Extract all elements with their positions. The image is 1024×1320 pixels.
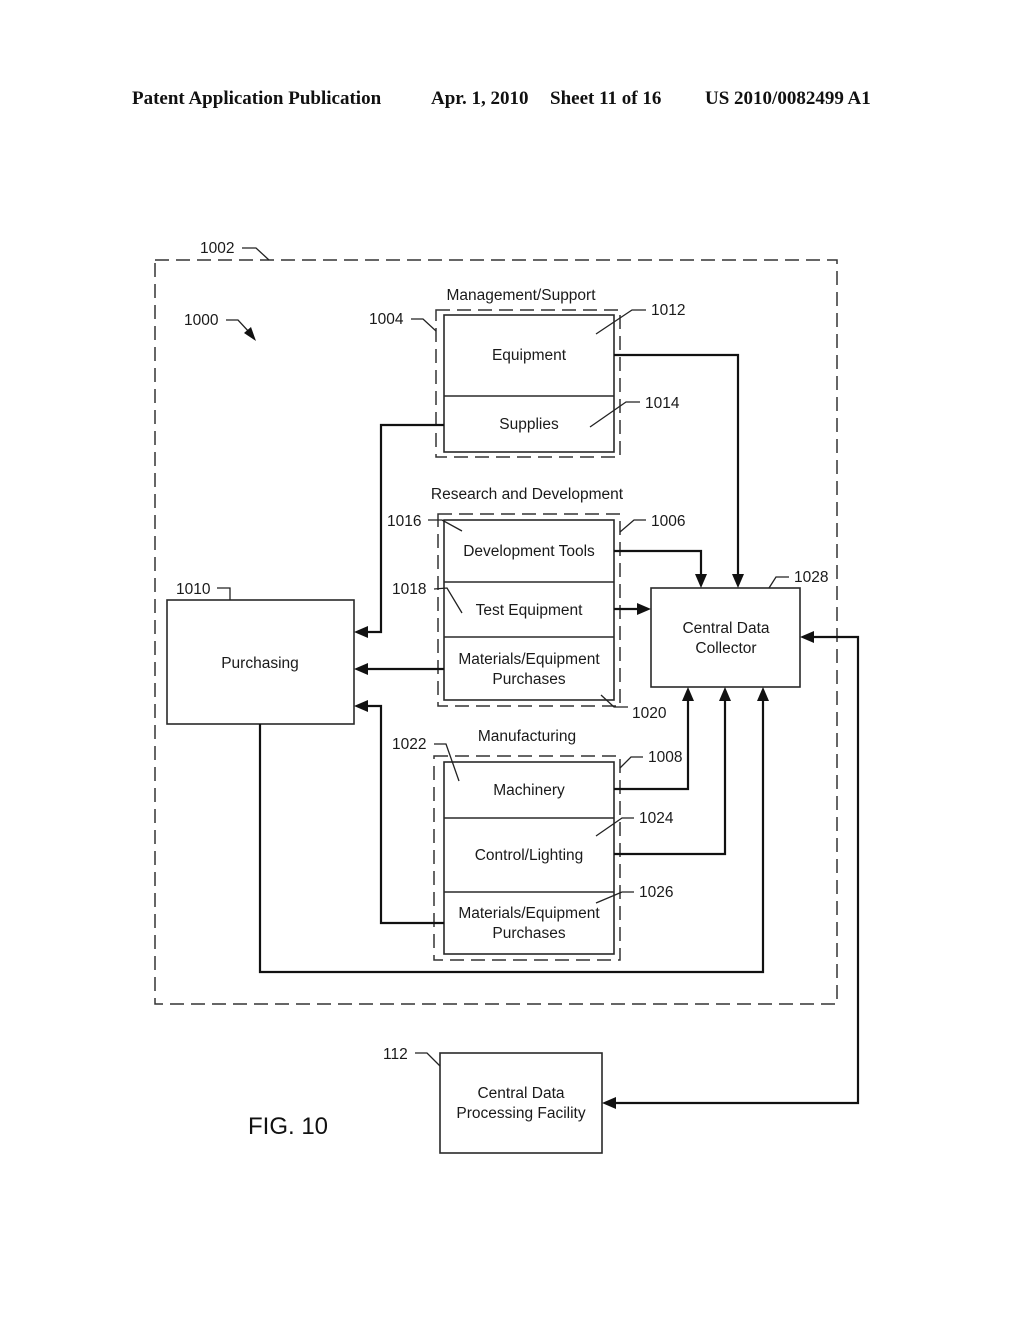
mfg-purchases-label-line1: Materials/Equipment — [458, 905, 600, 922]
leader-1002 — [242, 247, 270, 261]
ref-1016: 1016 — [387, 513, 421, 530]
ref-1010: 1010 — [176, 581, 211, 598]
arrowhead — [800, 631, 814, 643]
connector-equipment-collector — [614, 353, 740, 577]
ref-1000: 1000 — [184, 312, 219, 329]
arrowhead — [354, 626, 368, 638]
ref-1006: 1006 — [651, 513, 685, 530]
leader-112 — [415, 1052, 441, 1067]
rd-purchases-label-line1: Materials/Equipment — [458, 651, 600, 668]
ref-1024: 1024 — [639, 810, 674, 827]
leader-1004 — [411, 318, 437, 332]
manufacturing-title: Manufacturing — [478, 728, 576, 745]
test-equipment-label: Test Equipment — [476, 602, 584, 619]
connector-devtools-collector — [614, 549, 703, 577]
development-tools-label: Development Tools — [463, 543, 595, 560]
arrowhead — [757, 687, 769, 701]
collector-label-line1: Central Data — [682, 620, 769, 637]
leader-1006 — [619, 519, 646, 533]
ref-1012: 1012 — [651, 302, 685, 319]
arrowhead — [682, 687, 694, 701]
machinery-label: Machinery — [493, 782, 565, 799]
ref-1004: 1004 — [369, 311, 404, 328]
diagram-canvas: 1002 1000 Management/Support 1004 Equipm… — [154, 240, 860, 1154]
management-title: Management/Support — [446, 287, 596, 304]
facility-label-line1: Central Data — [477, 1085, 564, 1102]
arrowhead — [354, 700, 368, 712]
ref-1008: 1008 — [648, 749, 682, 766]
arrowhead — [602, 1097, 616, 1109]
arrowhead — [637, 603, 651, 615]
ref-1014: 1014 — [645, 395, 680, 412]
ref-112: 112 — [383, 1046, 408, 1063]
collector-box — [650, 587, 801, 688]
arrowhead — [695, 574, 707, 588]
arrowhead — [719, 687, 731, 701]
figure-label: FIG. 10 — [248, 1113, 328, 1140]
ref-1020: 1020 — [632, 705, 667, 722]
facility-label-line2: Processing Facility — [456, 1105, 585, 1122]
ref-1028: 1028 — [794, 569, 828, 586]
arrowhead — [732, 574, 744, 588]
supplies-label: Supplies — [499, 416, 559, 433]
leader-1028 — [768, 576, 789, 589]
ref-1026: 1026 — [639, 884, 673, 901]
research-title: Research and Development — [431, 486, 624, 503]
ref-1022: 1022 — [392, 736, 426, 753]
control-lighting-label: Control/Lighting — [475, 847, 584, 864]
collector-label-line2: Collector — [695, 640, 756, 657]
ref-1018: 1018 — [392, 581, 426, 598]
leader-1008 — [619, 756, 643, 769]
facility-box — [439, 1052, 603, 1154]
leader-1010 — [217, 587, 231, 600]
arrowhead — [354, 663, 368, 675]
purchasing-label: Purchasing — [221, 655, 299, 672]
ref-1002: 1002 — [200, 240, 234, 257]
connector-control-collector — [614, 699, 727, 856]
rd-purchases-label-line2: Purchases — [492, 671, 565, 688]
mfg-purchases-label-line2: Purchases — [492, 925, 565, 942]
equipment-label: Equipment — [492, 347, 567, 364]
